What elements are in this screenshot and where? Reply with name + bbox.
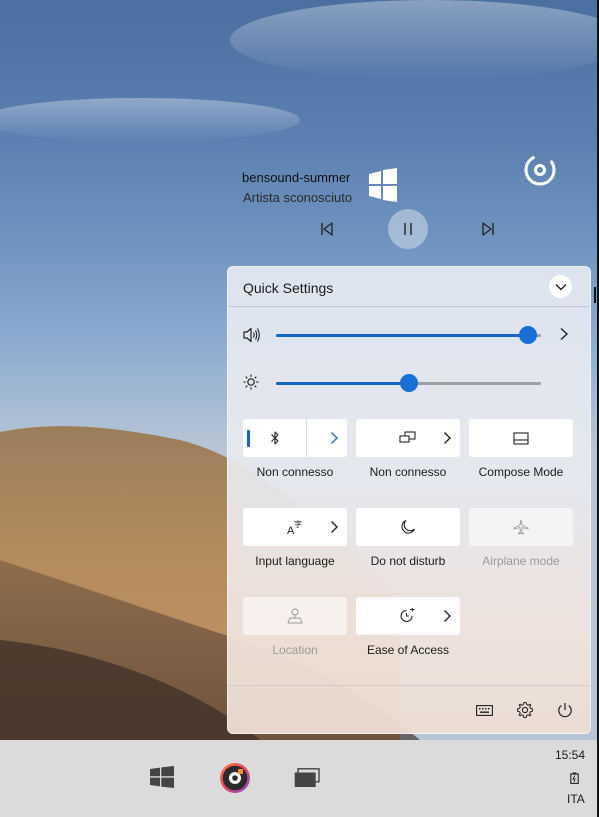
settings-button[interactable] (515, 700, 535, 720)
chevron-right-icon[interactable] (330, 520, 339, 534)
bluetooth-tile-label: Non connesso (256, 465, 334, 479)
taskbar: 15:54 ITA (0, 740, 597, 817)
do-not-disturb-tile-label: Do not disturb (370, 554, 446, 568)
text-cursor-icon (594, 287, 596, 303)
windows-start-icon[interactable] (150, 766, 174, 793)
volume-slider-fill (276, 334, 528, 337)
pause-button[interactable] (388, 209, 428, 249)
input-language-tile[interactable]: A 字 (243, 508, 347, 546)
network-icon (399, 431, 416, 443)
quick-settings-title: Quick Settings (243, 280, 334, 296)
compose-mode-tile[interactable] (469, 419, 573, 457)
airplane-mode-tile-label: Airplane mode (482, 554, 560, 568)
volume-expand-arrow-icon[interactable] (559, 327, 569, 341)
location-tile-label: Location (272, 643, 318, 657)
sun-icon (243, 374, 259, 390)
power-icon (558, 703, 572, 718)
bluetooth-tile[interactable] (243, 419, 347, 457)
do-not-disturb-tile[interactable] (356, 508, 460, 546)
airplane-icon (513, 519, 529, 535)
music-disc-icon[interactable] (523, 153, 557, 192)
keyboard-button[interactable] (474, 700, 494, 720)
location-icon (287, 608, 303, 624)
battery-icon[interactable] (570, 771, 579, 789)
quick-settings-panel: Quick Settings Non connesso Non connesso… (227, 266, 591, 734)
compose-mode-icon (513, 432, 529, 445)
brightness-slider-fill (276, 382, 409, 385)
chevron-down-icon (555, 283, 566, 290)
chevron-right-icon[interactable] (443, 431, 452, 445)
windows-logo-icon (368, 168, 398, 207)
brightness-slider-thumb[interactable] (399, 374, 418, 392)
next-track-button[interactable] (477, 218, 499, 240)
previous-track-icon (321, 222, 333, 236)
input-language-icon: A 字 (287, 519, 302, 535)
airplane-mode-tile[interactable] (469, 508, 573, 546)
tile-divider (306, 419, 307, 457)
network-tile-label: Non connesso (369, 465, 447, 479)
compose-mode-tile-label: Compose Mode (478, 465, 564, 479)
moon-icon (401, 519, 416, 534)
keyboard-icon (475, 704, 493, 716)
network-tile[interactable] (356, 419, 460, 457)
input-language-indicator[interactable]: ITA (567, 792, 585, 806)
clock-time[interactable]: 15:54 (555, 748, 585, 762)
power-button[interactable] (555, 700, 575, 720)
collapse-button[interactable] (549, 275, 572, 298)
settings-gear-icon (517, 702, 533, 718)
chevron-right-icon[interactable] (330, 431, 339, 445)
brightness-slider[interactable] (276, 374, 541, 392)
volume-slider-thumb[interactable] (518, 326, 537, 344)
input-language-tile-label: Input language (255, 554, 335, 568)
ease-of-access-tile[interactable] (356, 597, 460, 635)
next-track-icon (482, 222, 494, 236)
active-indicator (247, 430, 250, 447)
ease-of-access-tile-label: Ease of Access (366, 643, 450, 657)
quick-settings-footer (228, 685, 590, 733)
location-tile[interactable] (243, 597, 347, 635)
music-app-icon[interactable] (218, 761, 252, 800)
volume-slider[interactable] (276, 326, 541, 344)
previous-track-button[interactable] (316, 218, 338, 240)
speaker-icon[interactable] (243, 327, 261, 343)
svg-text:字: 字 (294, 519, 302, 529)
chevron-right-icon[interactable] (443, 609, 452, 623)
pause-icon (404, 223, 412, 235)
bluetooth-icon (271, 431, 279, 445)
media-artist: Artista sconosciuto (243, 190, 353, 205)
quick-settings-header: Quick Settings (228, 267, 590, 307)
task-view-icon[interactable] (294, 768, 320, 793)
media-title: bensound-summer (242, 170, 351, 185)
ease-of-access-icon (400, 608, 415, 623)
